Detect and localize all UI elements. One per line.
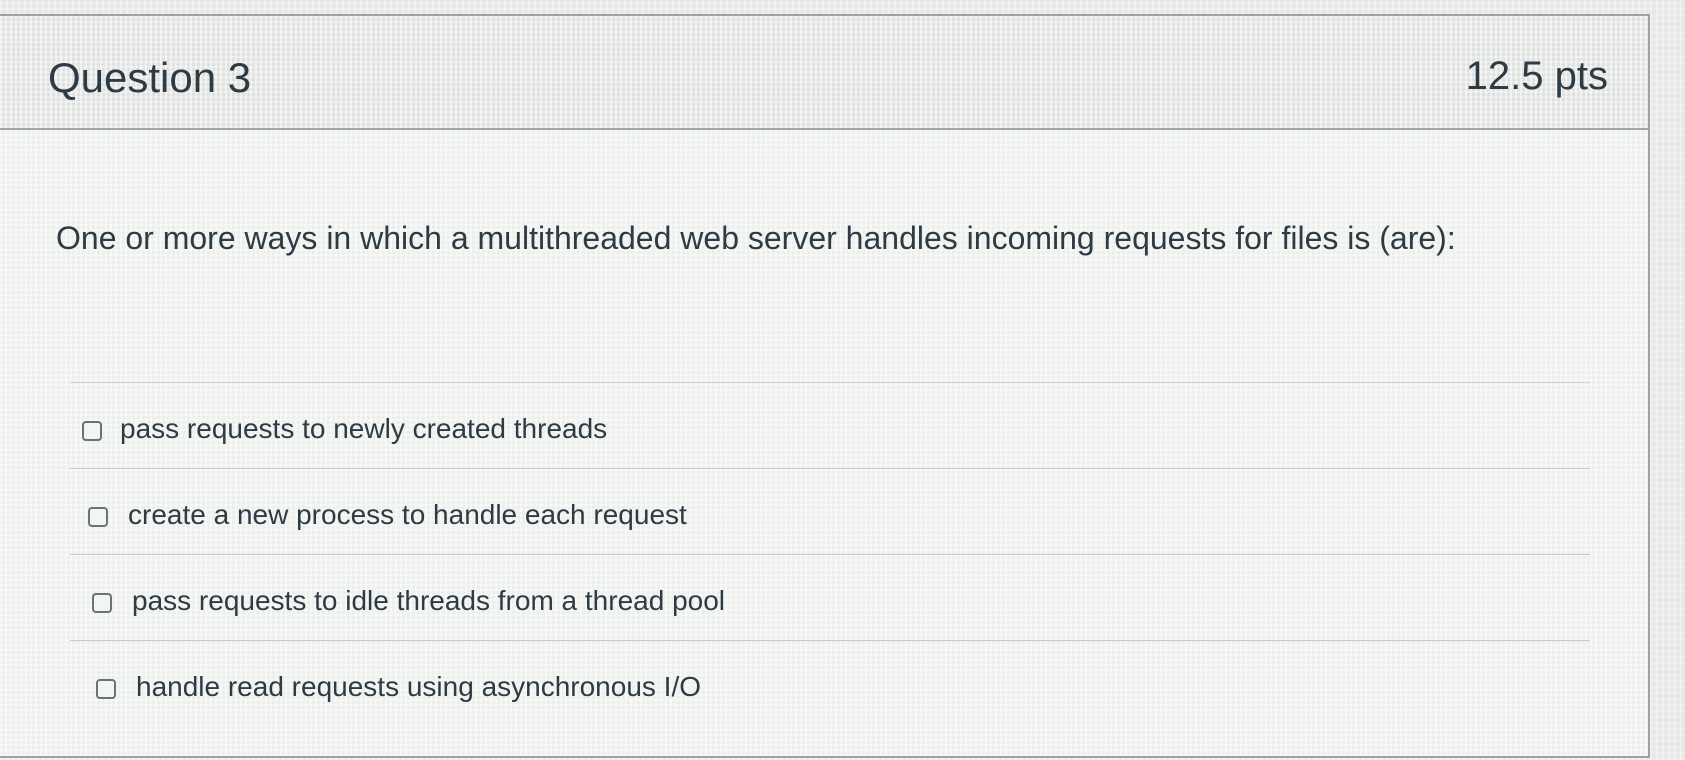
checkbox-icon[interactable] — [88, 507, 108, 527]
answer-list: pass requests to newly created threads c… — [70, 382, 1590, 726]
answer-label[interactable]: pass requests to idle threads from a thr… — [132, 585, 725, 617]
checkbox-icon[interactable] — [92, 593, 112, 613]
checkbox-icon[interactable] — [96, 679, 116, 699]
question-points: 12.5 pts — [1465, 54, 1608, 98]
question-card: Question 3 12.5 pts One or more ways in … — [0, 14, 1650, 758]
quiz-page: Question 3 12.5 pts One or more ways in … — [0, 0, 1685, 760]
question-header: Question 3 12.5 pts — [0, 16, 1648, 130]
checkbox-icon[interactable] — [82, 421, 102, 441]
answer-label[interactable]: handle read requests using asynchronous … — [136, 671, 701, 703]
question-text: One or more ways in which a multithreade… — [56, 220, 1456, 256]
answer-option[interactable]: pass requests to idle threads from a thr… — [70, 554, 1590, 640]
answer-option[interactable]: create a new process to handle each requ… — [70, 468, 1590, 554]
answer-option[interactable]: handle read requests using asynchronous … — [70, 640, 1590, 726]
answer-option[interactable]: pass requests to newly created threads — [70, 382, 1590, 468]
question-title: Question 3 — [48, 54, 252, 101]
answer-label[interactable]: pass requests to newly created threads — [120, 413, 607, 445]
answer-label[interactable]: create a new process to handle each requ… — [128, 499, 687, 531]
